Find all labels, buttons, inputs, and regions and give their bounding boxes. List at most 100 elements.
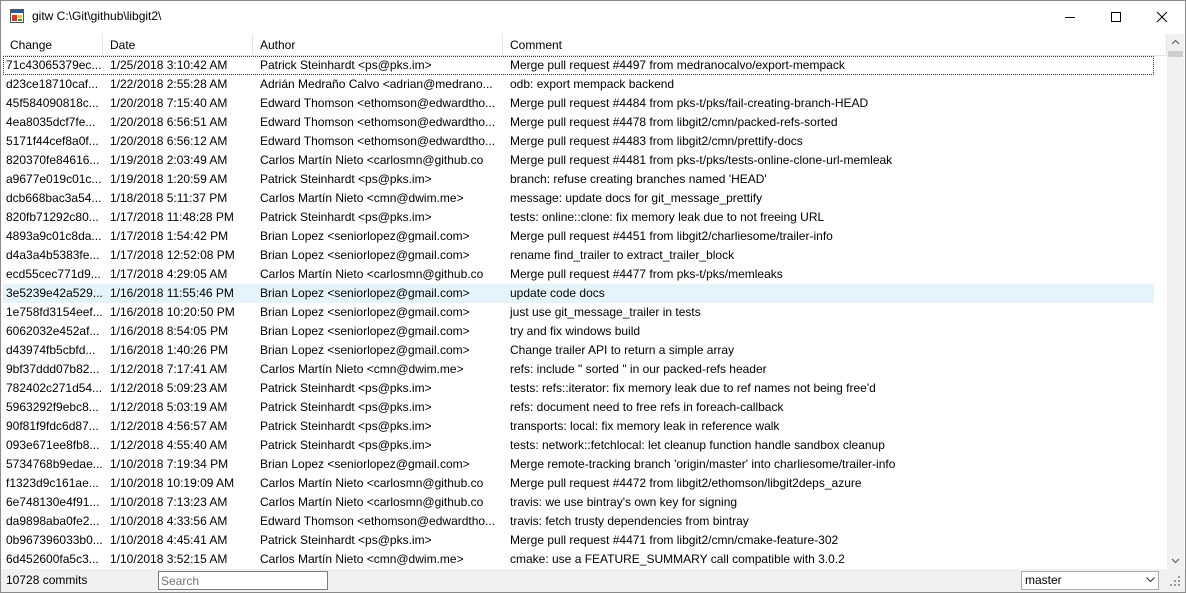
- close-button[interactable]: [1139, 1, 1185, 32]
- commit-author-cell: Brian Lopez <seniorlopez@gmail.com>: [260, 248, 470, 262]
- commit-comment-cell: Merge remote-tracking branch 'origin/mas…: [510, 457, 896, 471]
- commit-row[interactable]: 5171f44cef8a0f... 1/20/2018 6:56:12 AM Edw…: [3, 132, 1154, 151]
- commit-change-cell: d43974fb5cbfd...: [6, 343, 96, 357]
- commit-author-cell: Carlos Martín Nieto <cmn@dwim.me>: [260, 362, 464, 376]
- commit-date-cell: 1/16/2018 11:55:46 PM: [110, 286, 234, 300]
- scrollbar-thumb[interactable]: [1168, 51, 1183, 57]
- commit-row[interactable]: 6e748130e4f91... 1/10/2018 7:13:23 AM Carl…: [3, 493, 1154, 512]
- commit-author-cell: Edward Thomson <ethomson@edwardtho...: [260, 96, 496, 110]
- commit-row[interactable]: 6d452600fa5c3... 1/10/2018 3:52:15 AM Carl…: [3, 550, 1154, 569]
- commit-date-cell: 1/22/2018 2:55:28 AM: [110, 77, 228, 91]
- commit-row[interactable]: da9898aba0fe2... 1/10/2018 4:33:56 AM Edwa…: [3, 512, 1154, 531]
- commit-date-cell: 1/25/2018 3:10:42 AM: [110, 58, 228, 72]
- commit-date-cell: 1/18/2018 5:11:37 PM: [110, 191, 228, 205]
- window-title: gitw C:\Git\github\libgit2\: [32, 9, 162, 23]
- commit-row[interactable]: dcb668bac3a54... 1/18/2018 5:11:37 PM Carl…: [3, 189, 1154, 208]
- commit-row[interactable]: 093e671ee8fb8... 1/12/2018 4:55:40 AM Patr…: [3, 436, 1154, 455]
- main-window: gitw C:\Git\github\libgit2\ Change Date …: [0, 0, 1186, 593]
- column-header-comment[interactable]: Comment: [503, 34, 1167, 56]
- commit-row[interactable]: 4893a9c01c8da... 1/17/2018 1:54:42 PM Bria…: [3, 227, 1154, 246]
- commit-row[interactable]: a9677e019c01c... 1/19/2018 1:20:59 AM Patr…: [3, 170, 1154, 189]
- commit-row[interactable]: d43974fb5cbfd... 1/16/2018 1:40:26 PM Bria…: [3, 341, 1154, 360]
- commit-date-cell: 1/20/2018 6:56:12 AM: [110, 134, 228, 148]
- commit-author-cell: Carlos Martín Nieto <cmn@dwim.me>: [260, 191, 464, 205]
- commit-comment-cell: tests: online::clone: fix memory leak du…: [510, 210, 825, 224]
- commit-comment-cell: odb: export mempack backend: [510, 77, 675, 91]
- commit-date-cell: 1/12/2018 7:17:41 AM: [110, 362, 228, 376]
- commit-row[interactable]: d4a3a4b5383fe... 1/17/2018 12:52:08 PM Bri…: [3, 246, 1154, 265]
- column-header-author[interactable]: Author: [253, 34, 503, 56]
- commit-author-cell: Adrián Medraño Calvo <adrian@medrano...: [260, 77, 493, 91]
- commit-comment-cell: update code docs: [510, 286, 605, 300]
- commit-author-cell: Patrick Steinhardt <ps@pks.im>: [260, 533, 432, 547]
- commit-change-cell: f1323d9c161ae...: [6, 476, 99, 490]
- commit-change-cell: 1e758fd3154eef...: [6, 305, 103, 319]
- commit-date-cell: 1/19/2018 2:03:49 AM: [110, 153, 228, 167]
- commit-row[interactable]: 4ea8035dcf7fe... 1/20/2018 6:56:51 AM Edwa…: [3, 113, 1154, 132]
- commit-row[interactable]: 5963292f9ebc8... 1/12/2018 5:03:19 AM Patr…: [3, 398, 1154, 417]
- commit-row[interactable]: 9bf37ddd07b82... 1/12/2018 7:17:41 AM Carl…: [3, 360, 1154, 379]
- commit-comment-cell: Merge pull request #4481 from pks-t/pks/…: [510, 153, 893, 167]
- commit-comment-cell: try and fix windows build: [510, 324, 641, 338]
- commit-change-cell: 9bf37ddd07b82...: [6, 362, 100, 376]
- scroll-down-button[interactable]: [1167, 552, 1184, 569]
- commit-author-cell: Carlos Martín Nieto <carlosmn@github.co: [260, 267, 484, 281]
- branch-selector[interactable]: master: [1021, 571, 1159, 590]
- commit-date-cell: 1/17/2018 11:48:28 PM: [110, 210, 234, 224]
- commit-comment-cell: Merge pull request #4472 from libgit2/et…: [510, 476, 862, 490]
- commit-change-cell: 45f584090818c...: [6, 96, 99, 110]
- search-input[interactable]: [158, 571, 328, 590]
- maximize-button[interactable]: [1093, 1, 1139, 32]
- commit-row[interactable]: 1e758fd3154eef... 1/16/2018 10:20:50 PM Br…: [3, 303, 1154, 322]
- commit-author-cell: Carlos Martín Nieto <carlosmn@github.co: [260, 476, 484, 490]
- commit-date-cell: 1/12/2018 4:56:57 AM: [110, 419, 228, 433]
- commit-row[interactable]: 820fb71292c80... 1/17/2018 11:48:28 PM Pat…: [3, 208, 1154, 227]
- commit-row[interactable]: 90f81f9fdc6d87... 1/12/2018 4:56:57 AM Pat…: [3, 417, 1154, 436]
- size-grip-icon[interactable]: [1169, 575, 1181, 587]
- commit-comment-cell: tests: refs::iterator: fix memory leak d…: [510, 381, 876, 395]
- vertical-scrollbar[interactable]: [1167, 34, 1184, 569]
- commit-row[interactable]: 3e5239e42a529... 1/16/2018 11:55:46 PM Bri…: [3, 284, 1154, 303]
- commit-row[interactable]: 820370fe84616... 1/19/2018 2:03:49 AM Carl…: [3, 151, 1154, 170]
- commit-row[interactable]: d23ce18710caf... 1/22/2018 2:55:28 AM Adri…: [3, 75, 1154, 94]
- commit-comment-cell: refs: include " sorted " in our packed-r…: [510, 362, 767, 376]
- commit-comment-cell: refs: document need to free refs in fore…: [510, 400, 784, 414]
- commit-grid[interactable]: Change Date Author Comment 71c43065379ec…: [3, 34, 1167, 569]
- commit-row[interactable]: f1323d9c161ae... 1/10/2018 10:19:09 AM Car…: [3, 474, 1154, 493]
- commit-row[interactable]: 71c43065379ec... 1/25/2018 3:10:42 AM Patr…: [3, 56, 1154, 75]
- commit-change-cell: d23ce18710caf...: [6, 77, 99, 91]
- commit-author-cell: Patrick Steinhardt <ps@pks.im>: [260, 58, 432, 72]
- commit-row[interactable]: 45f584090818c... 1/20/2018 7:15:40 AM Edwa…: [3, 94, 1154, 113]
- column-header-change[interactable]: Change: [3, 34, 103, 56]
- commit-author-cell: Patrick Steinhardt <ps@pks.im>: [260, 172, 432, 186]
- commit-change-cell: 820fb71292c80...: [6, 210, 99, 224]
- app-icon[interactable]: [10, 9, 24, 23]
- scroll-up-button[interactable]: [1167, 34, 1184, 51]
- commit-comment-cell: cmake: use a FEATURE_SUMMARY call compat…: [510, 552, 845, 566]
- commit-date-cell: 1/10/2018 10:19:09 AM: [110, 476, 235, 490]
- commit-comment-cell: Merge pull request #4478 from libgit2/cm…: [510, 115, 838, 129]
- commit-author-cell: Brian Lopez <seniorlopez@gmail.com>: [260, 457, 470, 471]
- minimize-button[interactable]: [1047, 1, 1093, 32]
- commit-date-cell: 1/16/2018 8:54:05 PM: [110, 324, 229, 338]
- commit-row[interactable]: ecd55cec771d9... 1/17/2018 4:29:05 AM Carl…: [3, 265, 1154, 284]
- commit-date-cell: 1/20/2018 7:15:40 AM: [110, 96, 228, 110]
- commit-row[interactable]: 782402c271d54... 1/12/2018 5:09:23 AM Patr…: [3, 379, 1154, 398]
- commit-author-cell: Patrick Steinhardt <ps@pks.im>: [260, 400, 432, 414]
- commit-change-cell: 5734768b9edae...: [6, 457, 103, 471]
- commit-comment-cell: just use git_message_trailer in tests: [510, 305, 701, 319]
- commit-row[interactable]: 0b967396033b0... 1/10/2018 4:45:41 AM Patr…: [3, 531, 1154, 550]
- commit-row[interactable]: 5734768b9edae... 1/10/2018 7:19:34 PM Bria…: [3, 455, 1154, 474]
- commit-change-cell: 3e5239e42a529...: [6, 286, 103, 300]
- commit-count: 10728 commits: [6, 573, 88, 587]
- commit-comment-cell: travis: fetch trusty dependencies from b…: [510, 514, 749, 528]
- column-header-date[interactable]: Date: [103, 34, 253, 56]
- commit-date-cell: 1/10/2018 7:13:23 AM: [110, 495, 228, 509]
- commit-date-cell: 1/17/2018 1:54:42 PM: [110, 229, 229, 243]
- title-bar[interactable]: gitw C:\Git\github\libgit2\: [1, 1, 1185, 32]
- commit-date-cell: 1/10/2018 7:19:34 PM: [110, 457, 229, 471]
- maximize-icon: [1111, 12, 1121, 22]
- commit-row[interactable]: 6062032e452af... 1/16/2018 8:54:05 PM Bria…: [3, 322, 1154, 341]
- commit-comment-cell: Merge pull request #4451 from libgit2/ch…: [510, 229, 833, 243]
- commit-comment-cell: Merge pull request #4484 from pks-t/pks/…: [510, 96, 869, 110]
